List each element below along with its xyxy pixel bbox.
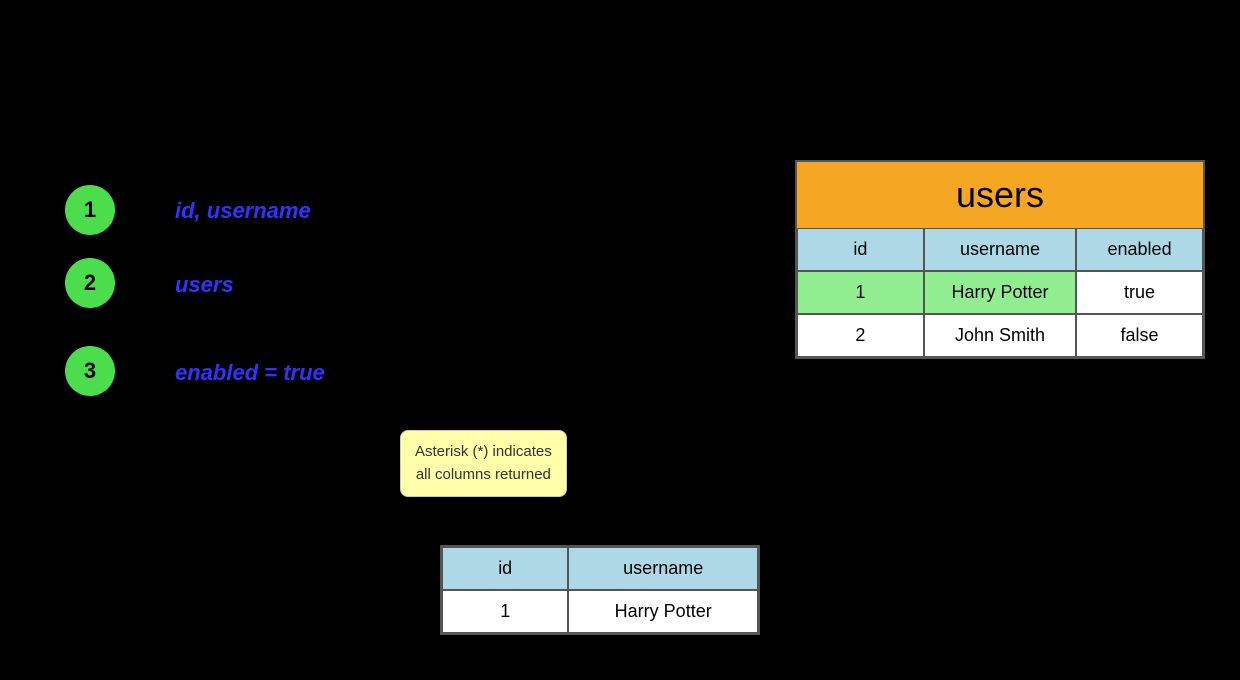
table-row: false: [1076, 314, 1203, 357]
result-col-id-header: id: [442, 547, 568, 590]
table-row: 1: [797, 271, 924, 314]
table-row: true: [1076, 271, 1203, 314]
result-col-username-header: username: [568, 547, 758, 590]
annotation-text-line2: all columns returned: [416, 466, 551, 483]
annotation-bubble: Asterisk (*) indicates all columns retur…: [400, 430, 567, 497]
step-2-circle: 2: [65, 258, 115, 308]
result-table: id username 1 Harry Potter: [440, 545, 760, 635]
table-row: 2: [797, 314, 924, 357]
step-3-circle: 3: [65, 346, 115, 396]
users-table-title: users: [797, 162, 1203, 228]
step-3-label: enabled = true: [175, 360, 325, 386]
col-id-header: id: [797, 228, 924, 271]
result-row: Harry Potter: [568, 590, 758, 633]
step-2-label: users: [175, 272, 234, 298]
step-1-circle: 1: [65, 185, 115, 235]
col-username-header: username: [924, 228, 1076, 271]
users-table: users id username enabled 1 Harry Potter…: [795, 160, 1205, 359]
table-row: John Smith: [924, 314, 1076, 357]
table-row: Harry Potter: [924, 271, 1076, 314]
step-1-label: id, username: [175, 198, 311, 224]
annotation-text-line1: Asterisk (*) indicates: [415, 443, 552, 460]
col-enabled-header: enabled: [1076, 228, 1203, 271]
result-row: 1: [442, 590, 568, 633]
